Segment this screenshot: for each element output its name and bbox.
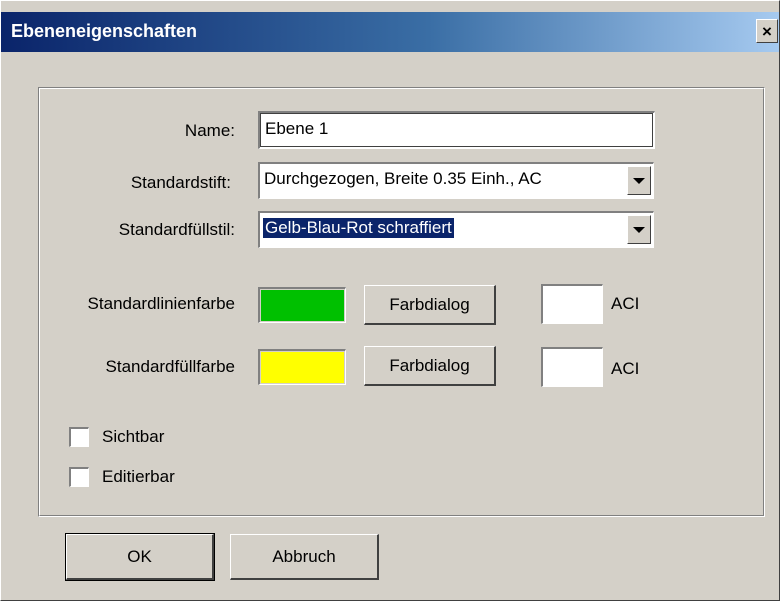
visible-label[interactable]: Sichtbar	[102, 427, 164, 447]
editable-checkbox[interactable]	[69, 467, 89, 487]
fill-style-dropdown-button[interactable]	[627, 215, 651, 244]
ok-label: OK	[127, 546, 152, 566]
title-bar[interactable]: Ebeneneigenschaften	[1, 12, 779, 52]
pen-select[interactable]: Durchgezogen, Breite 0.35 Einh., AC	[258, 162, 654, 199]
name-value: Ebene 1	[265, 119, 329, 138]
pen-dropdown-button[interactable]	[627, 166, 651, 195]
ok-button[interactable]: OK	[65, 533, 215, 581]
visible-checkbox[interactable]	[69, 427, 89, 447]
cancel-label: Abbruch	[272, 546, 336, 566]
line-color-dialog-label: Farbdialog	[389, 294, 470, 314]
fill-color-dialog-button[interactable]: Farbdialog	[364, 346, 496, 386]
fill-style-select[interactable]: Gelb-Blau-Rot schraffiert	[258, 211, 654, 248]
fill-color-fill	[261, 352, 344, 383]
fill-aci-input[interactable]	[541, 347, 603, 387]
name-input[interactable]: Ebene 1	[258, 111, 655, 149]
pen-label: Standardstift:	[130, 173, 231, 192]
close-button[interactable]: ×	[756, 19, 778, 43]
layer-properties-dialog: Ebeneneigenschaften × Name: Ebene 1 Stan…	[0, 0, 780, 601]
fill-style-label: Standardfüllstil:	[118, 220, 235, 239]
line-color-swatch	[258, 287, 346, 323]
dialog-title: Ebeneneigenschaften	[11, 21, 198, 41]
fill-color-label: Standardfüllfarbe	[105, 357, 235, 376]
name-label: Name:	[184, 121, 235, 140]
fill-color-dialog-label: Farbdialog	[389, 355, 470, 375]
fill-style-value: Gelb-Blau-Rot schraffiert	[263, 218, 454, 238]
chevron-down-icon	[633, 177, 645, 184]
line-color-fill	[261, 290, 344, 321]
line-aci-input[interactable]	[541, 284, 603, 324]
chevron-down-icon	[633, 226, 645, 233]
editable-label[interactable]: Editierbar	[102, 467, 175, 487]
fill-color-swatch	[258, 349, 346, 385]
line-color-label: Standardlinienfarbe	[87, 294, 235, 313]
line-color-dialog-button[interactable]: Farbdialog	[364, 285, 496, 325]
pen-value: Durchgezogen, Breite 0.35 Einh., AC	[264, 169, 542, 188]
cancel-button[interactable]: Abbruch	[230, 534, 379, 580]
close-icon: ×	[762, 21, 772, 41]
fill-aci-label: ACI	[611, 359, 640, 378]
line-aci-label: ACI	[611, 294, 640, 313]
